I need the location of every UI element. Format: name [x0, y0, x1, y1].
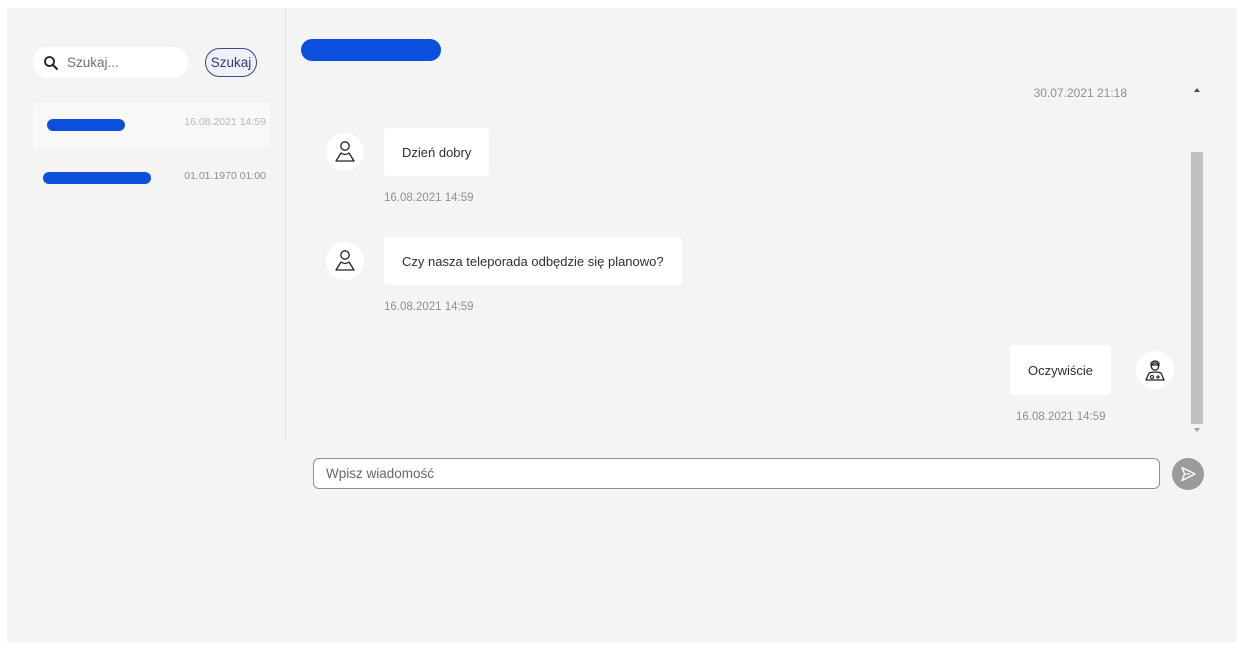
scroll-down-arrow-icon[interactable] [1194, 428, 1200, 432]
doctor-avatar [1136, 351, 1174, 389]
user-avatar [326, 133, 364, 171]
user-avatar [326, 242, 364, 280]
message-time: 16.08.2021 14:59 [384, 301, 474, 313]
user-icon [335, 250, 355, 271]
conversation-sidebar: Szukaj 16.08.2021 14:59 01.01.1970 01:00 [7, 8, 286, 440]
message-bubble: Dzień dobry [384, 128, 490, 176]
redacted-chat-title [301, 39, 441, 61]
redacted-contact-name [43, 172, 151, 184]
conversation-start-date: 30.07.2021 21:18 [1033, 86, 1127, 100]
send-button[interactable] [1172, 458, 1204, 490]
chat-app: Szukaj 16.08.2021 14:59 01.01.1970 01:00… [7, 8, 1237, 642]
conversation-item[interactable]: 16.08.2021 14:59 [33, 102, 270, 148]
conversation-date: 01.01.1970 01:00 [184, 170, 266, 182]
search-button[interactable]: Szukaj [205, 48, 257, 77]
search-input[interactable] [67, 55, 177, 70]
message-bubble: Czy nasza teleporada odbędzie się planow… [384, 237, 682, 285]
message-composer[interactable] [313, 458, 1160, 489]
message-input[interactable] [326, 466, 1159, 481]
search-box[interactable] [33, 47, 188, 78]
scroll-up-arrow-icon[interactable] [1194, 88, 1200, 92]
doctor-icon [1145, 360, 1165, 381]
send-icon [1181, 466, 1196, 482]
message-list: 30.07.2021 21:18 Dzień dobry 16.08.2021 … [297, 78, 1187, 438]
message-time: 16.08.2021 14:59 [1016, 411, 1106, 423]
redacted-contact-name [47, 119, 125, 131]
search-icon [44, 55, 58, 70]
user-icon [335, 141, 355, 162]
conversation-date: 16.08.2021 14:59 [184, 116, 266, 128]
message-time: 16.08.2021 14:59 [384, 192, 474, 204]
message-bubble: Oczywiście [1010, 345, 1112, 395]
scrollbar-thumb[interactable] [1191, 152, 1203, 424]
conversation-item[interactable]: 01.01.1970 01:00 [33, 158, 270, 204]
message-scrollbar[interactable] [1190, 80, 1204, 436]
